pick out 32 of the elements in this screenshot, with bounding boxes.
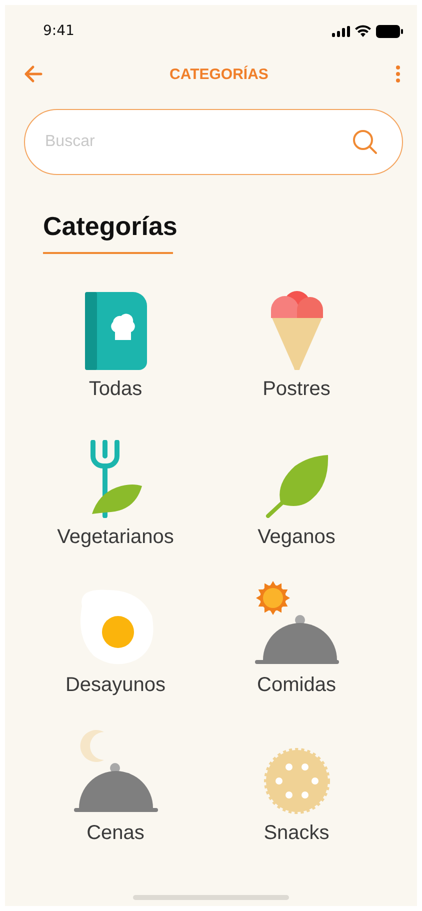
category-label: Desayunos xyxy=(65,674,166,697)
category-label: Vegetarianos xyxy=(57,526,174,549)
category-tile[interactable]: Todas xyxy=(25,280,206,428)
search-icon[interactable] xyxy=(351,128,379,156)
more-options-icon[interactable] xyxy=(395,65,401,83)
category-label: Cenas xyxy=(86,822,144,845)
category-tile[interactable]: Snacks xyxy=(206,724,387,872)
category-label: Todas xyxy=(88,378,142,401)
signal-icon xyxy=(332,26,350,36)
cloche-with-moon-icon xyxy=(74,728,158,814)
category-label: Veganos xyxy=(258,526,336,549)
category-tile[interactable]: Postres xyxy=(206,280,387,428)
cloche-with-sun-icon xyxy=(254,580,338,666)
status-time: 9:41 xyxy=(43,23,74,39)
cracker-icon xyxy=(264,748,330,814)
category-tile[interactable]: Veganos xyxy=(206,428,387,576)
category-label: Snacks xyxy=(264,822,330,845)
screen-title: CATEGORÍAS xyxy=(170,66,268,82)
category-label: Comidas xyxy=(257,674,336,697)
category-tile[interactable]: Comidas xyxy=(206,576,387,724)
category-label: Postres xyxy=(262,378,330,401)
category-tile[interactable]: Vegetarianos xyxy=(25,428,206,576)
category-tile[interactable]: Desayunos xyxy=(25,576,206,724)
back-arrow-icon[interactable] xyxy=(23,65,43,83)
cookbook-icon xyxy=(84,292,146,370)
fried-egg-icon xyxy=(78,588,154,666)
category-tile[interactable]: Cenas xyxy=(25,724,206,872)
fork-and-leaf-icon xyxy=(88,440,142,518)
battery-icon xyxy=(376,24,403,38)
ice-cream-icon xyxy=(270,290,324,370)
leaf-icon xyxy=(264,454,328,518)
wifi-icon xyxy=(355,25,371,37)
